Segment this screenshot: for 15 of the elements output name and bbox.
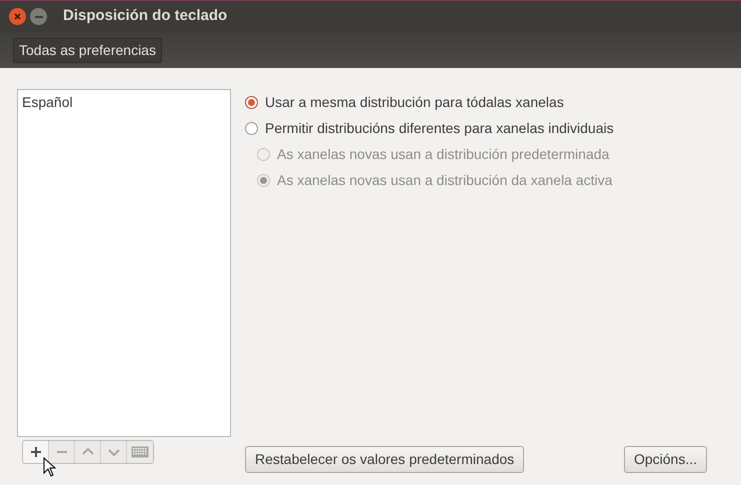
keyboard-icon bbox=[131, 445, 149, 459]
radio-label[interactable]: Usar a mesma distribución para tódalas xanelas bbox=[265, 92, 564, 112]
options-button[interactable]: Opcións... bbox=[624, 446, 707, 473]
all-settings-button[interactable]: Todas as preferencias bbox=[13, 38, 162, 62]
radio-button[interactable] bbox=[245, 122, 258, 134]
radio-button[interactable] bbox=[245, 96, 258, 108]
minimize-icon[interactable] bbox=[30, 8, 47, 25]
window-title: Disposición do teclado bbox=[63, 6, 228, 26]
reset-button[interactable]: Restabelecer os valores predeterminados bbox=[245, 446, 524, 473]
list-toolbar-button[interactable] bbox=[23, 441, 49, 463]
radio-label[interactable]: Permitir distribucións diferentes para xanelas individuais bbox=[265, 118, 614, 138]
close-icon[interactable] bbox=[9, 8, 26, 25]
plus-icon bbox=[28, 445, 42, 459]
list-item[interactable]: Español bbox=[18, 90, 230, 115]
cursor-icon bbox=[43, 457, 56, 477]
